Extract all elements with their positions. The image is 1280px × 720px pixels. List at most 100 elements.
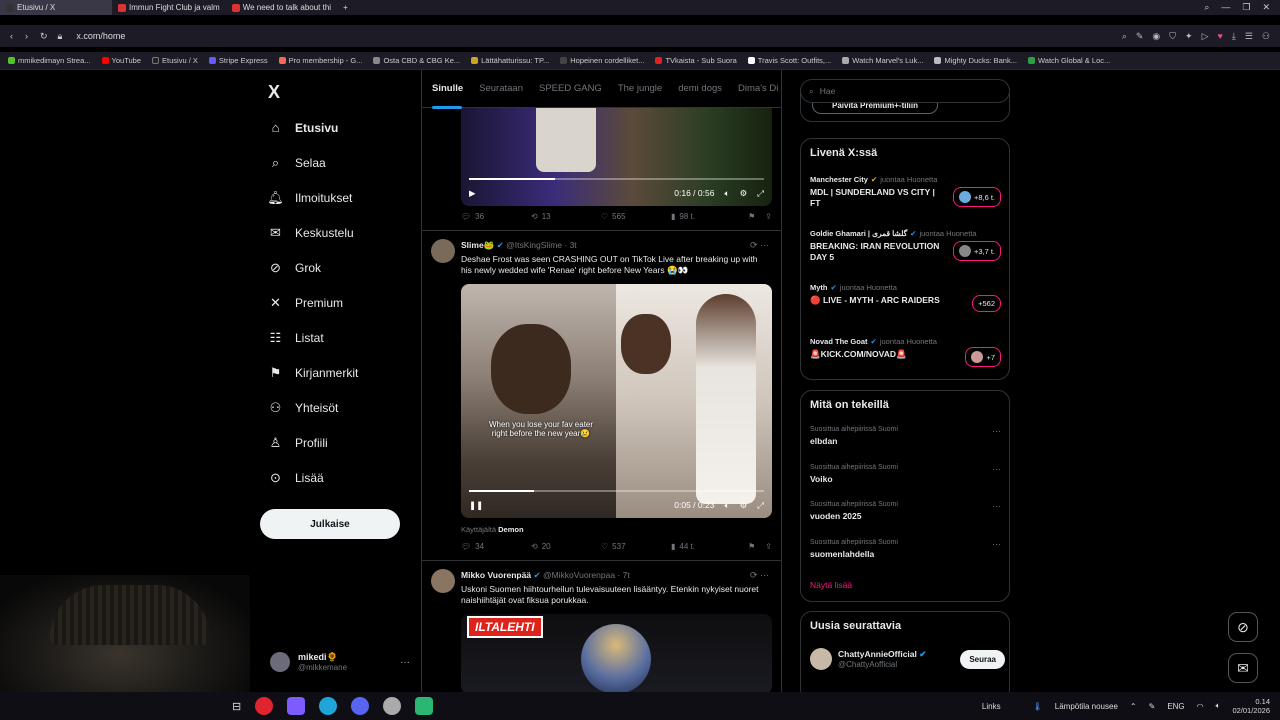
tab-we-need-to-talk[interactable]: We need to talk about thi: [226, 0, 337, 15]
close-window-icon[interactable]: ✕: [1262, 2, 1270, 13]
trend-item[interactable]: Suosittua aihepiirissä Suomi vuoden 2025…: [810, 501, 1005, 521]
bookmark-item[interactable]: Watch Global & Loc...: [1027, 56, 1110, 65]
bookmark-item[interactable]: YouTube: [101, 56, 141, 65]
menu-icon[interactable]: ☰: [1245, 31, 1253, 42]
pen-icon[interactable]: ✎: [1149, 702, 1156, 711]
live-item[interactable]: Myth ✔ juontaa Huonetta 🔴 LIVE - MYTH - AR…: [810, 283, 1005, 312]
nav-messages[interactable]: ✉ Keskustelu: [268, 225, 354, 240]
edge-icon[interactable]: [319, 697, 338, 715]
more-options-icon[interactable]: ···: [992, 539, 1001, 549]
opera-gx-icon[interactable]: [255, 697, 274, 715]
shield-icon[interactable]: ⛉: [1169, 31, 1176, 42]
search-input[interactable]: ⌕ Hae: [800, 79, 1010, 103]
search-tabs-icon[interactable]: ⌕: [1204, 2, 1209, 13]
tab-for-you[interactable]: Sinulle: [432, 83, 463, 94]
more-options-icon[interactable]: ···: [992, 464, 1001, 474]
forward-icon[interactable]: ›: [25, 31, 28, 42]
tweet-image[interactable]: ILTALEHTI: [461, 614, 772, 692]
settings-icon[interactable]: ⚙: [740, 500, 748, 511]
play-icon[interactable]: ▶: [469, 188, 476, 199]
volume-icon[interactable]: 🔈︎: [1216, 701, 1221, 711]
tab-dimas[interactable]: Dima's Di: [738, 83, 778, 94]
fullscreen-icon[interactable]: ⤢: [757, 500, 764, 511]
tab-speed-gang[interactable]: SPEED GANG: [539, 83, 602, 94]
nav-explore[interactable]: ⌕ Selaa: [268, 155, 326, 170]
maximize-icon[interactable]: ❐: [1242, 2, 1250, 13]
repost-button[interactable]: ⟲ 20: [531, 542, 601, 551]
weather-widget[interactable]: Lämpötila nousee: [1055, 702, 1118, 711]
links-toolbar[interactable]: Links: [982, 702, 1001, 711]
new-tab-button[interactable]: +: [337, 0, 354, 15]
edit-icon[interactable]: ✎: [1136, 31, 1144, 42]
live-item[interactable]: Novad The Goat ✔ juontaa Huonetta 🚨KICK.CO…: [810, 337, 1005, 367]
volume-icon[interactable]: 🔈︎: [724, 500, 729, 511]
bookmark-item[interactable]: Watch Marvel's Luk...: [842, 56, 923, 65]
follow-suggestion[interactable]: ChattyAnnieOfficial ✔ @ChattyAofficial S…: [810, 648, 1005, 670]
views-button[interactable]: ▮ 98 t.: [671, 212, 741, 221]
nav-more[interactable]: ⊙ Lisää: [268, 470, 324, 485]
tab-etusivu[interactable]: Etusivu / X: [0, 0, 112, 15]
fullscreen-icon[interactable]: ⤢: [757, 188, 764, 199]
search-icon[interactable]: ⌕: [1122, 31, 1127, 42]
messages-button[interactable]: ✉: [1228, 653, 1258, 683]
avatar[interactable]: [431, 239, 455, 263]
grok-button[interactable]: ⊘: [1228, 612, 1258, 642]
bookmark-icon[interactable]: ⚑: [748, 212, 755, 221]
attribution-author[interactable]: Demon: [498, 525, 523, 534]
like-button[interactable]: ♡ 537: [601, 542, 671, 551]
bookmark-item[interactable]: Osta CBD & CBG Ke...: [373, 56, 460, 65]
heart-icon[interactable]: ♥: [1218, 31, 1223, 42]
tweet-author-name[interactable]: Mikko Vuorenpää: [461, 570, 531, 580]
app-icon[interactable]: [287, 697, 306, 715]
nav-notifications[interactable]: 🔔︎ Ilmoitukset: [267, 190, 352, 205]
more-options-icon[interactable]: ⟳ ···: [750, 240, 769, 251]
views-button[interactable]: ▮ 44 t.: [671, 542, 741, 551]
nav-premium[interactable]: ✕ Premium: [268, 295, 343, 310]
nav-home[interactable]: ⌂ Etusivu: [268, 120, 339, 135]
reply-button[interactable]: 💬︎ 34: [461, 542, 531, 551]
bookmark-item[interactable]: Hopeinen cordelliket...: [560, 56, 644, 65]
volume-icon[interactable]: 🔈︎: [724, 188, 729, 199]
tweet-author-name[interactable]: Slime🐸: [461, 240, 494, 250]
tweet-author-handle[interactable]: @ItsKingSlime · 3t: [506, 240, 577, 250]
wifi-icon[interactable]: ◠: [1197, 702, 1204, 711]
download-icon[interactable]: ⤓: [1232, 31, 1236, 42]
reload-icon[interactable]: ↻: [40, 31, 48, 42]
nav-bookmarks[interactable]: ⚑ Kirjanmerkit: [268, 365, 359, 380]
extension-icon[interactable]: ✦: [1185, 31, 1193, 42]
bookmark-item[interactable]: Lättähatturissu: TP...: [471, 56, 549, 65]
tweet-author-handle[interactable]: @MikkoVuorenpaa · 7t: [543, 570, 630, 580]
more-options-icon[interactable]: ⟳ ···: [750, 570, 769, 581]
live-item[interactable]: Manchester City ✔ juontaa Huonetta MDL | S…: [810, 175, 1005, 209]
profile-icon[interactable]: ⚇: [1262, 31, 1270, 42]
clock[interactable]: 0.14 02/01/2026: [1232, 697, 1270, 715]
tweet-video[interactable]: When you lose your fav eater right befor…: [461, 284, 772, 518]
settings-icon[interactable]: ⚙: [740, 188, 748, 199]
back-icon[interactable]: ‹: [10, 31, 13, 42]
bookmark-item[interactable]: Travis Scott: Outfits,...: [747, 56, 831, 65]
url-field[interactable]: x.com/home: [76, 31, 125, 41]
follow-button[interactable]: Seuraa: [960, 649, 1005, 669]
bookmark-item[interactable]: Mighty Ducks: Bank...: [934, 56, 1017, 65]
app-icon[interactable]: [415, 697, 434, 715]
tab-the-jungle[interactable]: The jungle: [618, 83, 662, 94]
share-icon[interactable]: ⇪: [765, 542, 772, 551]
pause-icon[interactable]: ❚❚: [469, 500, 483, 511]
minimize-icon[interactable]: —: [1221, 2, 1230, 13]
chevron-up-icon[interactable]: ⌃: [1130, 702, 1137, 711]
reply-button[interactable]: 💬︎ 36: [461, 212, 531, 221]
nav-grok[interactable]: ⊘ Grok: [268, 260, 321, 275]
bookmark-item[interactable]: TVkaista - Sub Suora: [655, 56, 737, 65]
tab-demi-dogs[interactable]: demi dogs: [678, 83, 722, 94]
language-indicator[interactable]: ENG: [1167, 702, 1184, 711]
tab-following[interactable]: Seurataan: [479, 83, 523, 94]
nav-communities[interactable]: ⚇ Yhteisöt: [268, 400, 339, 415]
like-button[interactable]: ♡ 565: [601, 212, 671, 221]
trend-item[interactable]: Suosittua aihepiirissä Suomi suomenlahde…: [810, 539, 1005, 559]
discord-icon[interactable]: [351, 697, 370, 715]
account-switcher[interactable]: mikedi🌻 @mikkemane ···: [270, 652, 410, 672]
bookmark-item[interactable]: Pro membership - G...: [278, 56, 362, 65]
trend-item[interactable]: Suosittua aihepiirissä Suomi elbdan ···: [810, 426, 1005, 446]
play-icon[interactable]: ▷: [1202, 31, 1209, 42]
show-more-link[interactable]: Näytä lisää: [810, 580, 852, 590]
